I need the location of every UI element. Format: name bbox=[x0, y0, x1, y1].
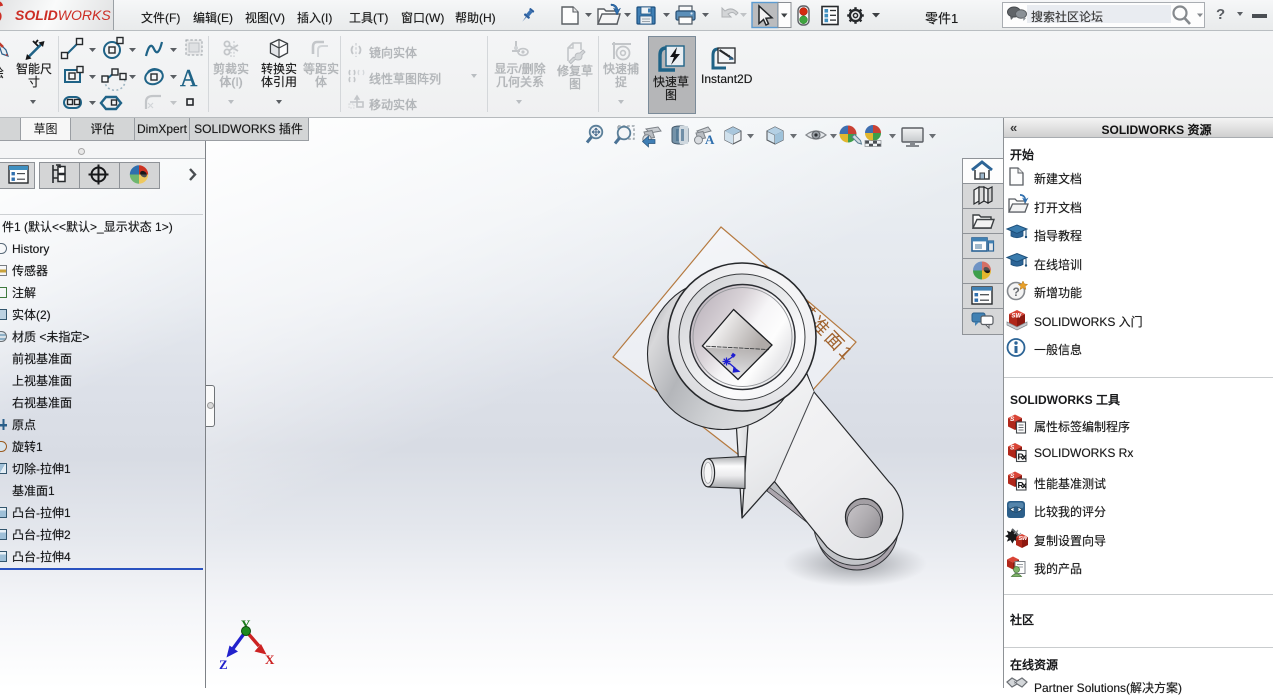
svg-text:S: S bbox=[1010, 416, 1015, 423]
svg-text:?: ? bbox=[1013, 285, 1020, 299]
svg-text:X: X bbox=[265, 652, 275, 667]
svg-text:R: R bbox=[1018, 452, 1024, 462]
svg-text:SW: SW bbox=[1019, 536, 1029, 542]
svg-text:A: A bbox=[705, 132, 715, 147]
svg-text:S: S bbox=[1010, 473, 1015, 480]
svg-text:SW: SW bbox=[1012, 314, 1023, 320]
svg-text:R: R bbox=[1018, 480, 1024, 490]
svg-text:Z: Z bbox=[219, 657, 228, 672]
svg-text:S: S bbox=[1010, 445, 1015, 452]
svg-text:A: A bbox=[180, 66, 198, 92]
